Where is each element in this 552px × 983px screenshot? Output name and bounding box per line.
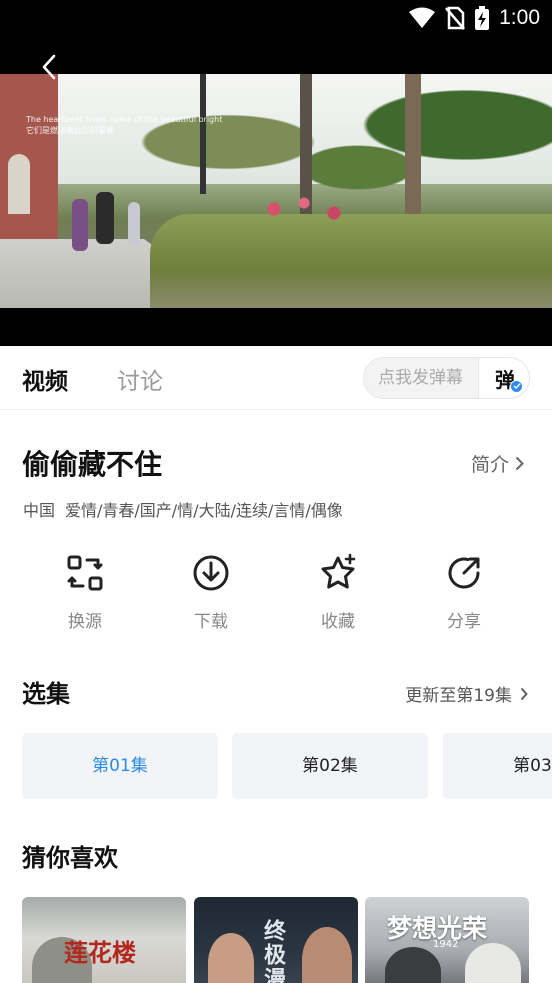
poster-figure bbox=[465, 943, 521, 983]
episode-list[interactable]: 第01集 第02集 第03集 bbox=[22, 733, 552, 799]
share-icon bbox=[448, 557, 480, 589]
episodes-title: 选集 bbox=[22, 680, 70, 708]
video-player[interactable]: The heartbeat hides name of the beautifu… bbox=[0, 40, 552, 346]
status-bar: 1:00 bbox=[0, 0, 552, 40]
video-person bbox=[72, 199, 88, 251]
poster-figure bbox=[385, 947, 441, 983]
video-caption: The heartbeat hides name of the beautifu… bbox=[26, 114, 222, 136]
video-building bbox=[0, 74, 58, 239]
recommend-poster[interactable]: 莲花楼 bbox=[22, 897, 186, 983]
switch-source-button[interactable]: 换源 bbox=[45, 553, 125, 632]
intro-link[interactable]: 简介 bbox=[471, 450, 524, 477]
battery-charging-icon bbox=[475, 6, 490, 30]
tab-discussion[interactable]: 讨论 bbox=[117, 362, 163, 396]
favorite-button[interactable]: 收藏 bbox=[298, 553, 378, 632]
episode-item[interactable]: 第02集 bbox=[232, 733, 428, 799]
video-person bbox=[128, 202, 140, 246]
poster-title: 终极漫 bbox=[260, 919, 285, 983]
video-frame[interactable]: The heartbeat hides name of the beautifu… bbox=[0, 74, 552, 308]
show-genres: 爱情/青春/国产/情/大陆/连续/言情/偶像 bbox=[65, 501, 343, 520]
download-label: 下载 bbox=[194, 612, 228, 632]
action-bar: 换源 下载 收藏 分享 bbox=[0, 553, 552, 638]
intro-label: 简介 bbox=[471, 454, 510, 476]
video-flowers bbox=[250, 189, 370, 229]
episode-item[interactable]: 第03集 bbox=[443, 733, 552, 799]
episode-item[interactable]: 第01集 bbox=[22, 733, 218, 799]
danmu-box: 点我发弹幕 弹 bbox=[363, 357, 530, 399]
tab-video[interactable]: 视频 bbox=[22, 362, 68, 396]
video-caption-line: The heartbeat hides name of the beautifu… bbox=[26, 115, 223, 124]
poster-face bbox=[302, 927, 352, 983]
episodes-more-link[interactable]: 更新至第19集 bbox=[405, 681, 528, 706]
download-button[interactable]: 下载 bbox=[171, 553, 251, 632]
switch-source-icon bbox=[67, 555, 103, 591]
danmu-button-label: 弹 bbox=[495, 364, 523, 393]
poster-title: 莲花楼 bbox=[64, 938, 136, 967]
show-tags: 中国 爱情/青春/国产/情/大陆/连续/言情/偶像 bbox=[23, 497, 343, 521]
show-title: 偷偷藏不住 bbox=[22, 448, 163, 481]
wifi-icon bbox=[409, 7, 436, 28]
chevron-right-icon bbox=[520, 687, 528, 700]
favorite-label: 收藏 bbox=[321, 612, 355, 632]
danmu-input[interactable]: 点我发弹幕 bbox=[364, 358, 479, 398]
download-icon bbox=[193, 555, 229, 591]
back-button[interactable] bbox=[34, 52, 64, 82]
status-time: 1:00 bbox=[499, 6, 540, 29]
video-tree-trunk bbox=[405, 74, 421, 234]
share-button[interactable]: 分享 bbox=[424, 553, 504, 632]
poster-subtitle: 1942 bbox=[433, 939, 459, 950]
content-tabs: 视频 讨论 点我发弹幕 弹 bbox=[0, 346, 552, 410]
poster-face bbox=[208, 933, 254, 983]
status-icons: 1:00 bbox=[409, 6, 540, 30]
danmu-toggle-button[interactable]: 弹 bbox=[480, 358, 529, 398]
recommend-title: 猜你喜欢 bbox=[22, 844, 118, 872]
no-sim-icon bbox=[445, 6, 466, 30]
recommend-poster[interactable]: 梦想光荣 1942 bbox=[365, 897, 529, 983]
episodes-update-label: 更新至第19集 bbox=[405, 686, 512, 706]
video-person bbox=[96, 192, 114, 244]
show-region: 中国 bbox=[23, 501, 56, 520]
check-badge-icon bbox=[510, 379, 523, 393]
chevron-left-icon bbox=[42, 54, 56, 80]
share-label: 分享 bbox=[447, 612, 481, 632]
video-caption-line: 它们是燃烧着灿烂的青春 bbox=[26, 126, 114, 135]
star-icon bbox=[321, 553, 356, 589]
chevron-right-icon bbox=[515, 456, 524, 471]
recommend-list[interactable]: 莲花楼 终极漫 梦想光荣 1942 bbox=[22, 897, 552, 983]
switch-source-label: 换源 bbox=[68, 612, 102, 632]
recommend-poster[interactable]: 终极漫 bbox=[194, 897, 358, 983]
